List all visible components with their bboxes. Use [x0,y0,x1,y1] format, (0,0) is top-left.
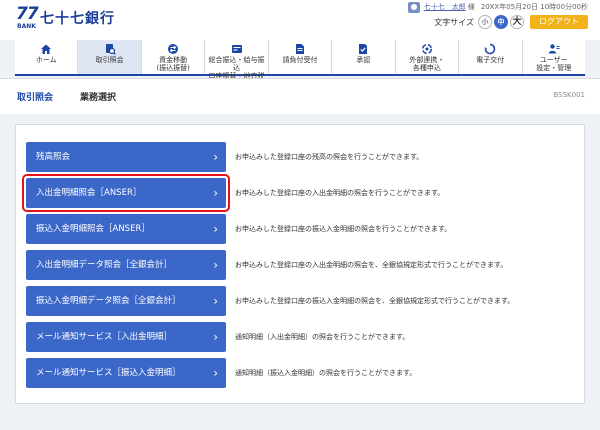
menu-row-deposit-withdrawal: 入出金明細照会［ANSER］ › お申込みした登録口座の入出金明細の照会を行うこ… [22,174,576,212]
highlight-box [22,174,230,212]
deposit-withdrawal-data-inquiry-button[interactable]: 入出金明細データ照会［全銀会計］ › [26,250,226,280]
nav-home[interactable]: ホーム [15,40,77,74]
menu-button-label: メール通知サービス［入出金明細］ [36,332,173,342]
menu-row-balance: 残高照会 › お申込みした登録口座の残高の照会を行うことができます。 [26,142,576,172]
menu-description: 通知明細（振込入金明細）の照会を行うことができます。 [235,369,417,377]
menu-row-mail-notice-deposit-withdrawal: メール通知サービス［入出金明細］ › 通知明細（入出金明細）の照会を行うことがで… [26,322,576,352]
menu-description: お申込みした登録口座の入出金明細の照会を、全銀協規定形式で行うことができます。 [235,261,508,269]
nav-label: 承認 [356,56,371,64]
font-size-large-button[interactable]: 大 [510,15,524,29]
nav-inquiry[interactable]: 取引照会 [77,40,141,74]
home-icon [40,43,52,55]
transfer-icon [167,43,179,55]
transfer-deposit-inquiry-button[interactable]: 振込入金明細照会［ANSER］ › [26,214,226,244]
menu-description: お申込みした登録口座の振込入金明細の照会を、全銀協規定形式で行うことができます。 [235,297,515,305]
font-size-medium-button[interactable]: 中 [494,15,508,29]
approval-icon [357,43,369,55]
nav-user-settings[interactable]: ユーザー 設定・管理 [521,40,585,74]
chevron-right-icon: › [213,258,218,272]
font-size-small-button[interactable]: 小 [478,15,492,29]
menu-button-label: 振込入金明細照会［ANSER］ [36,224,150,234]
document-icon [294,43,306,55]
breadcrumb-main: 取引照会 [17,93,54,103]
menu-description: お申込みした登録口座の振込入金明細の照会を行うことができます。 [235,225,452,233]
inquiry-icon [104,43,116,55]
menu-row-transfer-deposit: 振込入金明細照会［ANSER］ › お申込みした登録口座の振込入金明細の照会を行… [26,214,576,244]
transfer-deposit-data-inquiry-button[interactable]: 振込入金明細データ照会［全銀会計］ › [26,286,226,316]
menu-row-deposit-withdrawal-data: 入出金明細データ照会［全銀会計］ › お申込みした登録口座の入出金明細の照会を、… [26,250,576,280]
logout-button[interactable]: ログアウト [530,15,588,29]
user-honorific: 様 [467,3,475,11]
user-admin-icon [548,43,560,55]
balance-inquiry-button[interactable]: 残高照会 › [26,142,226,172]
nav-label: 総合振込・給与振込 口座振替・地方税 [208,56,265,80]
breadcrumb: 取引照会 業務選択 BSSK001 [0,78,600,114]
nav-electronic-delivery[interactable]: 電子交付 [458,40,521,74]
bulk-transfer-icon [231,43,243,55]
nav-label: ホーム [35,56,57,64]
menu-description: お申込みした登録口座の残高の照会を行うことができます。 [235,153,424,161]
menu-button-label: 残高照会 [36,152,71,162]
font-size-label: 文字サイズ [434,17,474,27]
page-title: 業務選択 [80,93,117,103]
screen-id: BSSK001 [553,91,585,99]
link-icon [421,43,433,55]
nav-label: 取引照会 [95,56,124,64]
nav-transfer[interactable]: 資金移動 (振込振替) [140,40,204,74]
menu-button-label: メール通知サービス［振込入金明細］ [36,368,181,378]
chevron-right-icon: › [213,222,218,236]
mail-notice-deposit-withdrawal-button[interactable]: メール通知サービス［入出金明細］ › [26,322,226,352]
mail-notice-transfer-deposit-button[interactable]: メール通知サービス［振込入金明細］ › [26,358,226,388]
header-controls: 文字サイズ 小 中 大 ログアウト [434,14,588,30]
login-datetime: 20XX年05月20日 10時00分00秒 [480,3,588,11]
user-info: 七十七 太郎 様 20XX年05月20日 10時00分00秒 [407,1,588,13]
nav-label: 外部連携・ 各種申込 [409,56,445,72]
bank-logo[interactable]: 77 BANK 七十七銀行 [16,5,116,35]
header: 77 BANK 七十七銀行 七十七 太郎 様 20XX年05月20日 10時00… [0,0,600,40]
chevron-right-icon: › [213,150,218,164]
delivery-icon [484,43,496,55]
menu-row-mail-notice-transfer-deposit: メール通知サービス［振込入金明細］ › 通知明細（振込入金明細）の照会を行うこと… [26,358,576,388]
user-name[interactable]: 七十七 太郎 [424,2,466,12]
user-icon [407,1,420,13]
logo-bank-text: BANK [17,23,36,30]
nav-approval[interactable]: 承認 [331,40,394,74]
nav-label: 請負付受付 [282,56,318,64]
nav-external-link[interactable]: 外部連携・ 各種申込 [394,40,458,74]
chevron-right-icon: › [213,294,218,308]
chevron-right-icon: › [213,330,218,344]
global-nav: ホーム 取引照会 資金移動 (振込振替) 総合振込・給与振込 口座振替・地方税 … [15,40,585,80]
nav-label: 電子交付 [476,56,505,64]
menu-button-label: 入出金明細データ照会［全銀会計］ [36,260,173,270]
menu-row-transfer-deposit-data: 振込入金明細データ照会［全銀会計］ › お申込みした登録口座の振込入金明細の照会… [26,286,576,316]
menu-button-label: 振込入金明細データ照会［全銀会計］ [36,296,181,306]
nav-document[interactable]: 請負付受付 [267,40,331,74]
nav-label: ユーザー 設定・管理 [536,56,572,72]
menu-description: 通知明細（入出金明細）の照会を行うことができます。 [235,333,410,341]
menu-description: お申込みした登録口座の入出金明細の照会を行うことができます。 [235,189,445,197]
logo-name: 七十七銀行 [40,11,115,27]
chevron-right-icon: › [213,366,218,380]
nav-bulk-transfer[interactable]: 総合振込・給与振込 口座振替・地方税 [204,40,267,80]
menu-panel: 残高照会 › お申込みした登録口座の残高の照会を行うことができます。 入出金明細… [15,124,585,404]
logo-mark: 77 [16,4,39,24]
nav-label: 資金移動 (振込振替) [156,56,190,72]
